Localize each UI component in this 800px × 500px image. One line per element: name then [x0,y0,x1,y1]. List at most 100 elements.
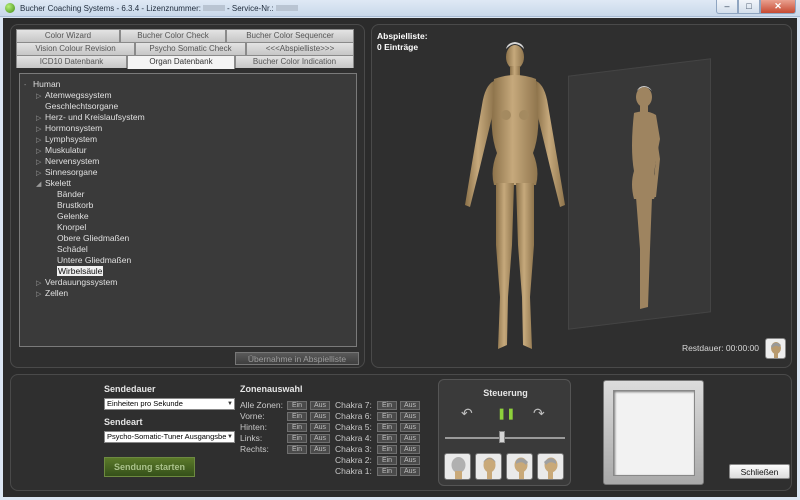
remaining-label: Restdauer: [681,343,724,353]
control-box: Steuerung ↶ ❚❚ ↷ [438,379,571,486]
service-label: Service-Nr.: [231,3,274,13]
chakra-4-on-button[interactable]: Ein [377,434,397,443]
zone-back-off-button[interactable]: Aus [310,423,330,432]
chakra-5-off-button[interactable]: Aus [400,423,420,432]
tree-item[interactable]: Untere Gliedmaßen [48,255,131,266]
tree-item[interactable]: ▷ Sinnesorgane [36,167,97,178]
close-window-button[interactable]: ✕ [760,0,796,14]
tree-item[interactable]: ▷ Nervensystem [36,156,99,167]
tree-item[interactable]: Obere Gliedmaßen [48,233,129,244]
send-duration-select[interactable]: Einheiten pro Sekunde ▼ [104,398,235,410]
color-display-frame [603,380,704,485]
start-transmission-button[interactable]: Sendung starten [104,457,195,477]
expand-icon[interactable]: ▷ [36,289,45,300]
tree-item[interactable]: Gelenke [48,211,89,222]
app-icon [5,3,15,13]
chakra-3-on-button[interactable]: Ein [377,445,397,454]
tab-row-1: Color Wizard Bucher Color Check Bucher C… [16,29,354,42]
collapse-icon[interactable]: ◢ [36,179,45,190]
zone-label-all: Alle Zonen: [240,400,283,410]
tree-item[interactable]: ▷ Atemwegssystem [36,90,112,101]
tree-item[interactable]: ▷ Muskulatur [36,145,87,156]
tab-abspielliste[interactable]: <<<Abspielliste>>> [246,42,354,55]
tab-vision-colour-revision[interactable]: Vision Colour Revision [16,42,135,55]
zone-all-on-button[interactable]: Ein [287,401,307,410]
avatar-view-button[interactable] [765,338,786,359]
send-type-label: Sendeart [104,417,143,427]
chakra-7-off-button[interactable]: Aus [400,401,420,410]
tab-row-3: ICD10 Datenbank Organ Datenbank Bucher C… [16,55,354,69]
chakra-6-off-button[interactable]: Aus [400,412,420,421]
tree-item[interactable]: ◢ Skelett [36,178,71,189]
zone-left-on-button[interactable]: Ein [287,434,307,443]
chakra-7-on-button[interactable]: Ein [377,401,397,410]
tab-psycho-somatic-check[interactable]: Psycho Somatic Check [135,42,246,55]
rotate-right-icon[interactable]: ↷ [533,406,545,420]
zone-right-on-button[interactable]: Ein [287,445,307,454]
color-display [613,390,695,476]
tab-organ-datenbank[interactable]: Organ Datenbank [127,55,235,69]
tree-item[interactable]: ▷ Verdauungssystem [36,277,117,288]
zone-right-off-button[interactable]: Aus [310,445,330,454]
tree-item-selected[interactable]: Wirbelsäule [48,266,104,277]
tree-item[interactable]: Schädel [48,244,88,255]
rotation-slider-thumb[interactable] [499,431,505,443]
window-controls: – □ ✕ [716,0,796,14]
view-back-button[interactable] [444,453,471,480]
remaining-time: Restdauer: 00:00:00 [682,343,759,353]
human-figure-front[interactable] [460,35,570,357]
tree-item[interactable]: ▷ Herz- und Kreislaufsystem [36,112,145,123]
tree-item[interactable]: ▷ Lymphsystem [36,134,97,145]
tree-item[interactable]: Brustkorb [48,200,93,211]
tree-item[interactable]: ▷ Hormonsystem [36,123,102,134]
tab-bucher-color-check[interactable]: Bucher Color Check [120,29,226,42]
tree-item[interactable]: ▷ Zellen [36,288,68,299]
tab-icd10-datenbank[interactable]: ICD10 Datenbank [16,55,127,68]
tab-row-2: Vision Colour Revision Psycho Somatic Ch… [16,42,354,55]
database-panel: Color Wizard Bucher Color Check Bucher C… [10,24,365,368]
app-version: 6.3.4 [121,3,140,13]
zone-front-off-button[interactable]: Aus [310,412,330,421]
collapse-icon[interactable]: - [24,80,33,91]
rotate-left-icon[interactable]: ↶ [461,406,473,420]
maximize-button[interactable]: □ [738,0,760,14]
zone-left-off-button[interactable]: Aus [310,434,330,443]
view-right-profile-button[interactable] [537,453,564,480]
tree-item[interactable]: Knorpel [48,222,86,233]
rotation-slider-track[interactable] [445,437,565,439]
zone-label-right: Rechts: [240,444,269,454]
chakra-4-off-button[interactable]: Aus [400,434,420,443]
tree-item[interactable]: Geschlechtsorgane [36,101,118,112]
close-button[interactable]: Schließen [729,464,790,479]
chakra-6-on-button[interactable]: Ein [377,412,397,421]
tab-color-wizard[interactable]: Color Wizard [16,29,120,42]
chakra-1-off-button[interactable]: Aus [400,467,420,476]
pause-icon[interactable]: ❚❚ [497,407,515,421]
chakra-3-off-button[interactable]: Aus [400,445,420,454]
zone-back-on-button[interactable]: Ein [287,423,307,432]
tab-bucher-color-indication[interactable]: Bucher Color Indication [235,55,354,68]
send-duration-label: Sendedauer [104,384,156,394]
chakra-1-on-button[interactable]: Ein [377,467,397,476]
control-title: Steuerung [483,388,528,398]
view-left-profile-button[interactable] [506,453,533,480]
add-to-playlist-button[interactable]: Übernahme in Abspielliste [235,352,359,365]
zone-selection-title: Zonenauswahl [240,384,303,394]
zone-label-left: Links: [240,433,263,443]
client-area: Color Wizard Bucher Color Check Bucher C… [3,18,797,497]
zone-front-on-button[interactable]: Ein [287,412,307,421]
body-viewer-panel: Abspielliste: 0 Einträge Restdauer: 00:0… [371,24,792,368]
chakra-label: Chakra 2: [335,455,372,465]
window-title: Bucher Coaching Systems - 6.3.4 - Lizenz… [20,4,300,13]
tree-root[interactable]: - Human [24,79,60,90]
tree-item[interactable]: Bänder [48,189,84,200]
view-front-button[interactable] [475,453,502,480]
send-type-select[interactable]: Psycho-Somatic-Tuner Ausgangsbe ▼ [104,431,235,443]
zone-all-off-button[interactable]: Aus [310,401,330,410]
dropdown-arrow-icon: ▼ [227,401,233,407]
minimize-button[interactable]: – [716,0,738,14]
chakra-2-off-button[interactable]: Aus [400,456,420,465]
chakra-2-on-button[interactable]: Ein [377,456,397,465]
tab-bucher-color-sequencer[interactable]: Bucher Color Sequencer [226,29,354,42]
chakra-5-on-button[interactable]: Ein [377,423,397,432]
